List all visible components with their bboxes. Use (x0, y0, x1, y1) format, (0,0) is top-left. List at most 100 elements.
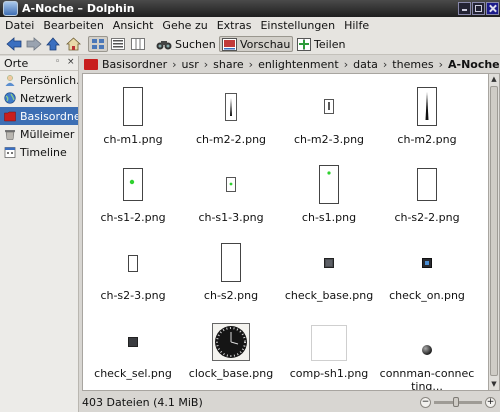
file-name: ch-s2.png (203, 289, 259, 302)
close-button[interactable] (486, 2, 499, 15)
file-item[interactable]: ch-m2-2.png (183, 86, 279, 146)
breadcrumb-enlightenment[interactable]: enlightenment (258, 58, 339, 71)
sidebar-item-timeline[interactable]: Timeline (0, 143, 78, 161)
sphere-thumbnail-icon (422, 345, 432, 355)
breadcrumb-share[interactable]: share (213, 58, 244, 71)
png-thumbnail-icon (422, 258, 432, 268)
zoom-in-button[interactable]: + (485, 397, 496, 408)
binoculars-icon (156, 40, 172, 49)
minimize-button[interactable] (458, 2, 471, 15)
png-thumbnail-icon (123, 168, 143, 201)
file-item[interactable]: ch-m2.png (379, 86, 475, 146)
sidebar-item-muelleimer[interactable]: Mülleimer (0, 125, 78, 143)
png-thumbnail-icon (226, 177, 236, 192)
status-bar: 403 Dateien (4.1 MiB) − + (82, 393, 500, 412)
breadcrumb: Basisordner › usr › share › enlightenmen… (82, 56, 500, 72)
file-name: check_base.png (284, 289, 374, 302)
vertical-scrollbar[interactable]: ▲ ▼ (489, 73, 500, 391)
forward-button[interactable] (23, 36, 45, 52)
icons-view-button[interactable] (88, 36, 108, 52)
file-item[interactable]: ch-m1.png (85, 86, 181, 146)
close-panel-icon[interactable]: × (67, 57, 75, 67)
places-panel: Orte ◦ × Persönlich... Netzwerk Basisord… (0, 56, 79, 412)
sidebar-item-basisordner[interactable]: Basisordner (0, 107, 78, 125)
file-name: check_on.png (389, 289, 465, 302)
home-button[interactable] (63, 36, 84, 52)
breadcrumb-usr[interactable]: usr (182, 58, 199, 71)
preview-icon (222, 37, 237, 51)
breadcrumb-current[interactable]: A-Noche (448, 58, 500, 71)
png-thumbnail-icon (123, 87, 143, 126)
breadcrumb-data[interactable]: data (353, 58, 378, 71)
menu-bearbeiten[interactable]: Bearbeiten (43, 19, 103, 32)
file-name: ch-m2-3.png (293, 133, 365, 146)
breadcrumb-separator: › (438, 57, 443, 71)
file-name: ch-s2-2.png (394, 211, 460, 224)
zoom-control: − + (420, 397, 496, 408)
png-thumbnail-icon (324, 258, 334, 268)
sidebar-item-netzwerk[interactable]: Netzwerk (0, 89, 78, 107)
timeline-icon (4, 147, 16, 158)
png-thumbnail-icon (319, 165, 339, 204)
file-item[interactable]: ch-s1-2.png (85, 164, 181, 224)
back-button[interactable] (3, 36, 25, 52)
file-name: ch-m2-2.png (195, 133, 267, 146)
clock-thumbnail-icon (212, 323, 250, 361)
search-button[interactable]: Suchen (153, 36, 219, 52)
up-button[interactable] (43, 36, 63, 52)
file-item[interactable]: ch-s2-2.png (379, 164, 475, 224)
maximize-button[interactable] (472, 2, 485, 15)
file-item[interactable]: check_base.png (281, 242, 377, 302)
breadcrumb-themes[interactable]: themes (392, 58, 433, 71)
file-item[interactable]: ch-s2.png (183, 242, 279, 302)
menu-hilfe[interactable]: Hilfe (344, 19, 369, 32)
zoom-out-button[interactable]: − (420, 397, 431, 408)
menu-datei[interactable]: Datei (5, 19, 34, 32)
file-item[interactable]: check_on.png (379, 242, 475, 302)
scrollbar-thumb[interactable] (490, 86, 498, 376)
places-panel-title: Orte (4, 56, 29, 70)
menu-gehe-zu[interactable]: Gehe zu (162, 19, 207, 32)
breadcrumb-separator: › (248, 57, 254, 71)
breadcrumb-separator: › (172, 57, 177, 71)
zoom-slider[interactable] (434, 397, 482, 407)
undock-icon[interactable]: ◦ (55, 57, 60, 67)
file-item[interactable]: check_sel.png (85, 320, 181, 380)
file-item[interactable]: ch-s2-3.png (85, 242, 181, 302)
menu-extras[interactable]: Extras (217, 19, 252, 32)
dolphin-app-icon[interactable] (3, 1, 18, 16)
preview-toggle-button[interactable]: Vorschau (219, 36, 294, 52)
file-icon-view[interactable]: ch-m1.png ch-m2-2.png ch-m2-3.png ch-m2.… (82, 73, 489, 391)
sidebar-item-persoenlich[interactable]: Persönlich... (0, 71, 78, 89)
split-button[interactable]: Teilen (294, 36, 348, 52)
png-thumbnail-icon (128, 255, 138, 272)
file-name: ch-s1.png (301, 211, 357, 224)
file-name: ch-s2-3.png (100, 289, 166, 302)
details-view-button[interactable] (108, 36, 128, 52)
breadcrumb-separator: › (203, 57, 209, 71)
zoom-slider-handle[interactable] (453, 397, 459, 407)
scroll-down-arrow-icon[interactable]: ▼ (490, 380, 498, 389)
file-item[interactable]: comp-sh1.png (281, 320, 377, 380)
file-item[interactable]: ch-s1-3.png (183, 164, 279, 224)
sidebar-item-label: Basisordner (20, 109, 78, 123)
menu-einstellungen[interactable]: Einstellungen (260, 19, 335, 32)
file-item[interactable]: clock_base.png (183, 320, 279, 380)
file-name: comp-sh1.png (289, 367, 369, 380)
preview-button-label: Vorschau (240, 37, 291, 51)
file-name: ch-s1-3.png (198, 211, 264, 224)
columns-view-button[interactable] (128, 36, 148, 52)
file-item[interactable]: ch-s1.png (281, 164, 377, 224)
sidebar-item-label: Persönlich... (20, 73, 78, 87)
breadcrumb-separator: › (382, 57, 388, 71)
forward-arrow-icon (26, 37, 42, 51)
file-name: check_sel.png (94, 367, 172, 380)
file-item[interactable]: ch-m2-3.png (281, 86, 377, 146)
scroll-up-arrow-icon[interactable]: ▲ (490, 75, 498, 84)
menu-ansicht[interactable]: Ansicht (113, 19, 154, 32)
toolbar: Suchen Vorschau Teilen (0, 34, 500, 55)
file-item[interactable]: connman-connecting... (379, 320, 475, 390)
breadcrumb-basisordner[interactable]: Basisordner (102, 58, 167, 71)
file-name: ch-m1.png (103, 133, 163, 146)
split-button-label: Teilen (314, 37, 346, 51)
